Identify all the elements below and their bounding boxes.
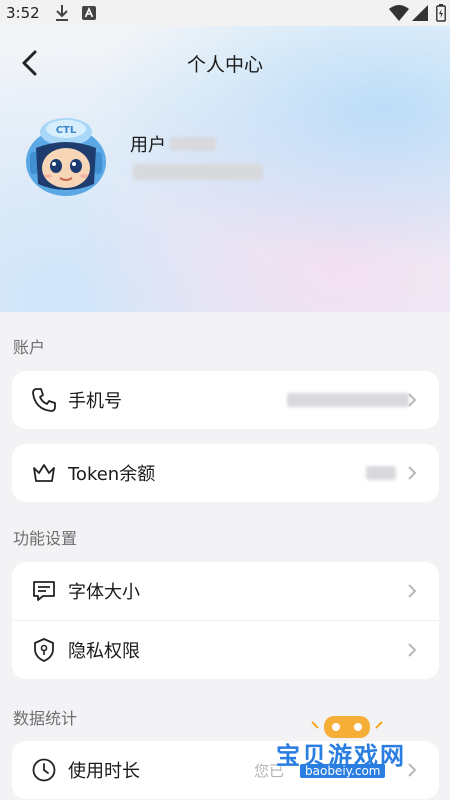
row-label-usage-time: 使用时长 bbox=[68, 761, 140, 782]
shield-lock-icon bbox=[34, 638, 54, 662]
avatar[interactable]: CTL bbox=[22, 112, 110, 198]
redacted-token-balance bbox=[366, 466, 396, 480]
row-label-font-size: 字体大小 bbox=[68, 582, 140, 603]
settings-card: 字体大小 隐私权限 bbox=[12, 562, 439, 679]
svg-text:CTL: CTL bbox=[56, 125, 77, 136]
message-box-icon bbox=[33, 581, 55, 601]
phone-row[interactable]: 手机号 bbox=[12, 371, 439, 429]
row-label-privacy: 隐私权限 bbox=[68, 641, 140, 662]
chevron-right-icon bbox=[408, 466, 417, 480]
phone-icon bbox=[32, 388, 56, 412]
wifi-icon bbox=[389, 5, 409, 21]
row-label-phone: 手机号 bbox=[68, 391, 122, 412]
chevron-right-icon bbox=[408, 643, 417, 657]
section-label-settings: 功能设置 bbox=[13, 529, 78, 548]
chevron-right-icon bbox=[408, 393, 417, 407]
section-label-account: 账户 bbox=[13, 338, 46, 357]
redacted-user-subtitle bbox=[133, 164, 263, 180]
crown-icon bbox=[33, 464, 55, 482]
privacy-row[interactable]: 隐私权限 bbox=[12, 620, 439, 679]
token-row[interactable]: Token余额 bbox=[12, 444, 439, 502]
user-name: 用户 bbox=[130, 131, 216, 157]
redacted-phone-number bbox=[287, 393, 409, 407]
clock-icon bbox=[32, 758, 56, 782]
section-label-statistics: 数据统计 bbox=[13, 709, 78, 728]
status-bar: 3:52 bbox=[0, 0, 450, 26]
font-size-row[interactable]: 字体大小 bbox=[12, 562, 439, 620]
notification-a-icon bbox=[82, 6, 96, 20]
chevron-right-icon bbox=[408, 584, 417, 598]
redacted-user-id bbox=[170, 137, 216, 151]
status-time: 3:52 bbox=[6, 4, 40, 22]
row-label-token: Token余额 bbox=[68, 464, 156, 485]
signal-icon bbox=[412, 5, 428, 21]
account-token-card: Token余额 bbox=[12, 444, 439, 502]
battery-icon bbox=[436, 4, 446, 22]
account-phone-card: 手机号 bbox=[12, 371, 439, 429]
user-name-prefix: 用户 bbox=[130, 135, 166, 156]
watermark-url: baobeiy.com bbox=[300, 764, 386, 778]
page-title: 个人中心 bbox=[186, 54, 263, 76]
download-icon bbox=[56, 5, 68, 21]
